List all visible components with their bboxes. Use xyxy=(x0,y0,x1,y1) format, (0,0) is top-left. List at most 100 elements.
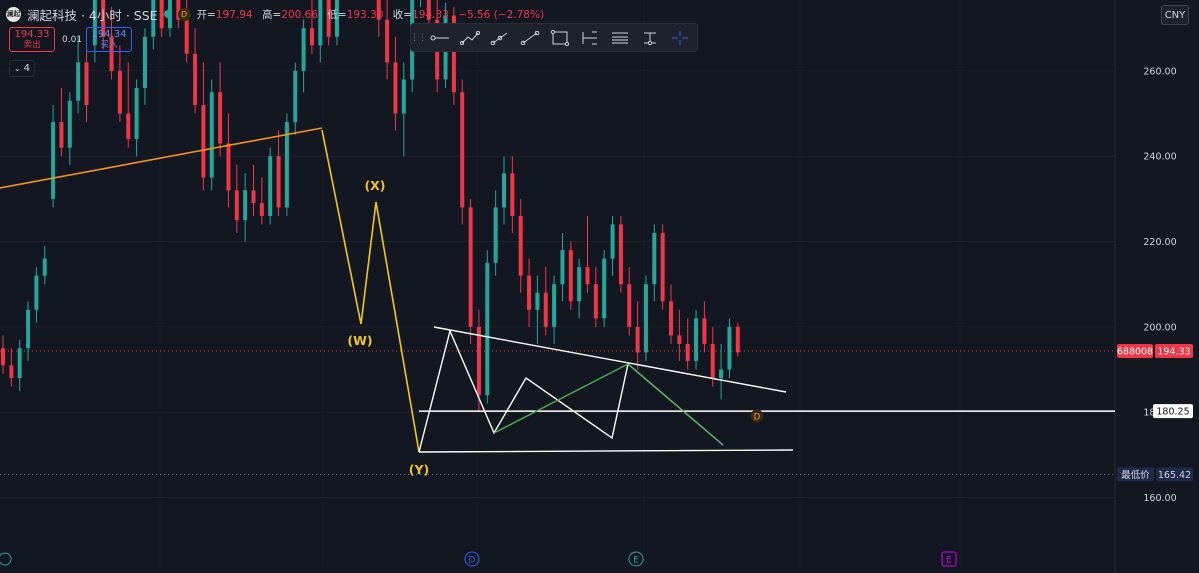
close-label: 收= xyxy=(392,8,413,21)
drag-handle-icon[interactable]: ⋮⋮ xyxy=(410,24,427,51)
rectangle-icon[interactable] xyxy=(545,24,575,51)
candle-body xyxy=(518,215,523,276)
candle-body xyxy=(142,36,147,88)
triangle-zigzag xyxy=(418,328,724,453)
price-tick: 200.00 xyxy=(1143,322,1176,333)
dividend-marker-label: D xyxy=(754,413,761,423)
candle-body xyxy=(677,335,682,344)
candle-body xyxy=(593,284,598,319)
ohlc-values: 开=197.94 高=200.66 低=193.30 收=194.33 −5.5… xyxy=(197,7,551,22)
symbol-title[interactable]: 澜起科技 · 4小时 · SSE xyxy=(27,5,158,24)
candle-body xyxy=(59,122,64,148)
sell-price: 194.33 xyxy=(14,28,50,40)
candle-body xyxy=(26,309,31,349)
ray-icon[interactable] xyxy=(515,24,545,51)
candle-body xyxy=(193,53,198,106)
candle-body xyxy=(42,258,47,276)
anchor-icon[interactable] xyxy=(635,24,665,51)
candle-body xyxy=(234,190,239,221)
candle-body xyxy=(34,275,39,310)
last-price-tag: 194.33 xyxy=(1157,347,1190,358)
buy-button[interactable]: 194.34 买入 xyxy=(86,27,132,52)
candle-body xyxy=(618,224,623,285)
candle-body xyxy=(560,250,565,285)
market-status-dot xyxy=(163,10,172,18)
path-tool-icon[interactable] xyxy=(455,24,485,51)
candle-body xyxy=(51,122,56,199)
event-marker-label: E xyxy=(633,556,639,566)
candle-body xyxy=(502,173,506,208)
open-label: 开= xyxy=(196,8,216,21)
candle-body xyxy=(134,87,139,140)
candle-body xyxy=(84,62,89,106)
candle-body xyxy=(735,326,740,353)
candle-body xyxy=(652,233,657,285)
candle-body xyxy=(309,28,314,46)
candle-body xyxy=(710,343,715,379)
candle-body xyxy=(643,284,648,353)
triangle-lower-line xyxy=(418,449,794,453)
company-logo: 澜起 xyxy=(6,6,21,22)
range-icon[interactable] xyxy=(575,24,605,51)
candle-body xyxy=(585,267,590,285)
wave-x-label: (X) xyxy=(364,178,385,193)
candle-body xyxy=(476,326,481,396)
chevron-down-icon: ⌄ xyxy=(13,64,21,73)
currency-selector[interactable]: CNY xyxy=(1161,5,1189,25)
wave-w-label: (W) xyxy=(347,333,372,348)
candle-body xyxy=(527,275,532,310)
candle-body xyxy=(301,28,306,71)
low-label-tag: 最低价 xyxy=(1121,469,1150,481)
change-value: −5.56 (−2.78%) xyxy=(458,8,545,21)
high-value: 200.66 xyxy=(281,8,319,21)
candle-body xyxy=(385,19,390,63)
candle-body xyxy=(243,190,248,221)
candle-body xyxy=(393,62,398,114)
candle-body xyxy=(184,19,189,54)
candle-body xyxy=(259,203,264,216)
candle-body xyxy=(510,173,515,216)
candle-body xyxy=(401,79,406,114)
candle-body xyxy=(468,207,473,327)
candle-body xyxy=(602,258,607,319)
candle-body xyxy=(627,284,632,327)
candle-body xyxy=(719,369,724,379)
candle-body xyxy=(276,156,281,208)
sell-button[interactable]: 194.33 卖出 xyxy=(9,27,55,52)
candle-body xyxy=(126,113,131,140)
fib-icon[interactable] xyxy=(605,24,635,51)
wave-y-label: (Y) xyxy=(409,462,429,477)
candle-body xyxy=(568,250,573,302)
candle-body xyxy=(702,318,707,344)
drawing-toolbar: ⋮⋮ xyxy=(410,23,698,52)
candle-body xyxy=(485,262,490,396)
price-chart[interactable]: 360.00340.00320.00300.00280.00260.00240.… xyxy=(0,0,1199,573)
buy-price: 194.34 xyxy=(91,28,127,40)
candle-body xyxy=(251,190,256,204)
event-marker-label: E xyxy=(946,556,952,566)
buy-label: 买入 xyxy=(100,39,118,50)
event-marker-partial xyxy=(0,552,12,566)
symbol-code-tag: 688008 xyxy=(1117,347,1153,358)
candle-body xyxy=(226,143,231,191)
data-badge[interactable]: D xyxy=(177,7,191,21)
candle-body xyxy=(669,301,673,336)
high-label: 高= xyxy=(261,8,282,21)
candle-body xyxy=(543,292,548,327)
symbol-header: 澜起 澜起科技 · 4小时 · SSE D 开=197.94 高=200.66 … xyxy=(6,4,550,24)
price-tick: 220.00 xyxy=(1143,237,1176,248)
low-value: 193.30 xyxy=(346,8,384,21)
candle-body xyxy=(67,100,72,148)
candle-body xyxy=(293,70,298,123)
price-tick: 260.00 xyxy=(1143,66,1176,77)
candle-body xyxy=(577,267,582,302)
candle-body xyxy=(660,233,665,302)
candle-body xyxy=(218,92,223,144)
trend-line-icon[interactable] xyxy=(485,24,515,51)
candle-body xyxy=(727,326,732,370)
open-value: 197.94 xyxy=(215,8,253,21)
crosshair-icon[interactable] xyxy=(665,24,695,51)
horizontal-line-icon[interactable] xyxy=(425,24,455,51)
indicator-count: 4 xyxy=(23,63,31,74)
indicators-toggle[interactable]: ⌄ 4 xyxy=(9,60,35,77)
